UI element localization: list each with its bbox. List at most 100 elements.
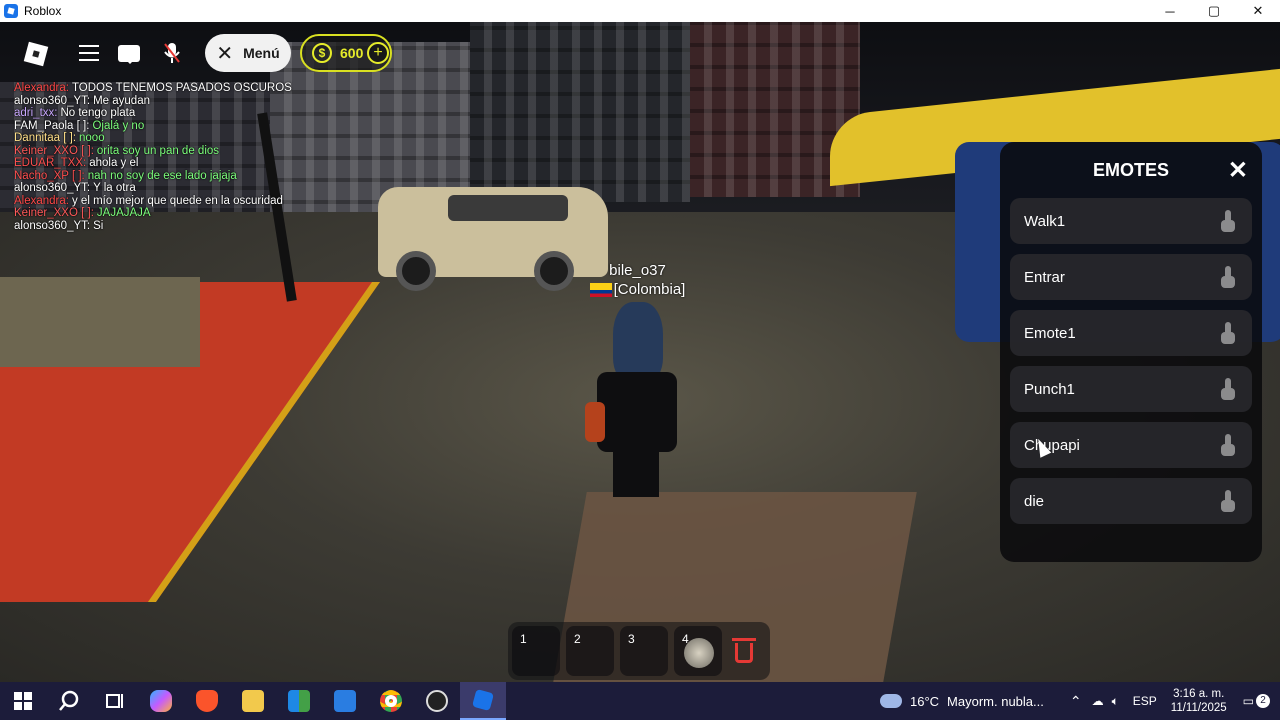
chat-username[interactable]: FAM_Paola [ ]:	[14, 120, 89, 132]
menu-label: Menú	[243, 45, 280, 61]
chrome-icon	[380, 690, 402, 712]
chat-text: nah no soy de ese lado jajaja	[87, 169, 237, 182]
emote-item-walk1[interactable]: Walk1	[1010, 198, 1252, 244]
hotbar-slot-3[interactable]: 3	[620, 626, 668, 676]
chat-username[interactable]: EDUAR_TXX:	[14, 157, 86, 169]
roblox-menu-button[interactable]	[22, 40, 50, 68]
search-button[interactable]	[46, 682, 92, 720]
chat-message: Nacho_XP [ ]: nah no soy de ese lado jaja…	[14, 170, 334, 183]
emote-item-entrar[interactable]: Entrar	[1010, 254, 1252, 300]
car-wheel	[534, 251, 574, 291]
avatar-head	[613, 302, 663, 382]
maximize-button[interactable]: ▢	[1192, 0, 1236, 22]
chat-username[interactable]: adri_txx:	[14, 107, 57, 119]
emote-label: Walk1	[1024, 212, 1066, 230]
chrome-app[interactable]	[368, 682, 414, 720]
clock-date: 11/11/2025	[1170, 702, 1227, 714]
coin-icon: $	[312, 43, 332, 63]
trash-button[interactable]	[730, 636, 760, 666]
chat-username[interactable]: alonso360_YT:	[14, 95, 90, 107]
chat-username[interactable]: Alexandra:	[14, 82, 69, 94]
windows-logo-icon	[14, 692, 32, 710]
close-emotes-button[interactable]: ✕	[1228, 156, 1248, 185]
weather-cloud-icon	[880, 694, 902, 708]
file-explorer-app[interactable]	[230, 682, 276, 720]
task-view-button[interactable]	[92, 682, 138, 720]
mic-muted-button[interactable]	[160, 37, 184, 69]
add-coins-button[interactable]: +	[367, 42, 389, 64]
chevron-up-icon[interactable]: ⌃	[1070, 693, 1082, 710]
chat-message: EDUAR_TXX: ahola y el	[14, 157, 334, 170]
chat-username[interactable]: Nacho_XP [ ]:	[14, 170, 85, 182]
chat-message: alonso360_YT: Y la otra	[14, 182, 334, 195]
chat-message: adri_txx: No tengo plata	[14, 107, 334, 120]
chat-username[interactable]: alonso360_YT:	[14, 220, 90, 232]
chat-username[interactable]: Keiner_XXO [ ]:	[14, 145, 94, 157]
chat-message: Keiner_XXO [ ]: JAJAJAJA	[14, 207, 334, 220]
chat-text: Si	[93, 219, 104, 232]
suv-car	[378, 187, 608, 291]
emote-label: Chupapi	[1024, 436, 1080, 454]
window-controls: ─ ▢ ✕	[1148, 0, 1280, 22]
emote-label: Punch1	[1024, 380, 1075, 398]
hotbar-slot-4[interactable]: 4	[674, 626, 722, 676]
chat-text: nooo	[79, 132, 105, 144]
car-wheel	[396, 251, 436, 291]
hand-pointer-icon	[1220, 266, 1236, 288]
chat-text: Y la otra	[93, 182, 136, 194]
emote-label: die	[1024, 492, 1045, 510]
hamburger-menu-button[interactable]	[76, 37, 102, 69]
emotes-header: EMOTES ✕	[1000, 142, 1262, 198]
menu-button[interactable]: ✕ Menú	[205, 34, 291, 72]
brave-app[interactable]	[184, 682, 230, 720]
window-titlebar: Roblox ─ ▢ ✕	[0, 0, 1280, 22]
trash-icon	[735, 643, 753, 663]
speaker-icon[interactable]: 🔈︎	[1112, 694, 1119, 709]
trash-icon-lid	[732, 638, 756, 641]
emote-item-emote1[interactable]: Emote1	[1010, 310, 1252, 356]
coins-amount: 600	[340, 45, 364, 61]
language-indicator[interactable]: ESP	[1133, 694, 1157, 708]
slot-number: 2	[574, 632, 581, 646]
notifications-button[interactable]: ▭ 2	[1243, 694, 1270, 708]
emote-label: Entrar	[1024, 268, 1065, 286]
chat-bubble-icon	[118, 44, 140, 64]
chat-text: No tengo plata	[60, 107, 136, 119]
emote-item-die[interactable]: die	[1010, 478, 1252, 524]
emotes-panel: EMOTES ✕ Walk1 Entrar Emote1 Punch1 Chupapi d…	[1000, 142, 1262, 562]
hand-pointer-icon	[1220, 210, 1236, 232]
avatar-body	[597, 372, 677, 452]
mail-icon	[334, 690, 356, 712]
roblox-taskbar-app[interactable]	[460, 682, 506, 720]
chat-message: Alexandra: TODOS TENEMOS PASADOS OSCUROS	[14, 82, 334, 95]
hand-pointer-icon	[1220, 378, 1236, 400]
start-button[interactable]	[0, 682, 46, 720]
minimize-button[interactable]: ─	[1148, 0, 1192, 22]
chat-toggle-button[interactable]	[116, 37, 142, 69]
chat-message: alonso360_YT: Si	[14, 220, 334, 233]
player-nametag: bile_o37 [Colombia]	[580, 262, 695, 298]
hotbar-slot-2[interactable]: 2	[566, 626, 614, 676]
chat-message: alonso360_YT: Me ayudan	[14, 95, 334, 108]
chat-username[interactable]: Keiner_XXO [ ]:	[14, 207, 94, 219]
chat-message: Keiner_XXO [ ]: orita soy un pan de dios	[14, 145, 334, 158]
chat-username[interactable]: alonso360_YT:	[14, 182, 90, 194]
outlook-app[interactable]	[322, 682, 368, 720]
copilot-app[interactable]	[138, 682, 184, 720]
emote-list: Walk1 Entrar Emote1 Punch1 Chupapi die	[1000, 198, 1262, 524]
chat-username[interactable]: Alexandra:	[14, 195, 69, 207]
task-view-icon	[106, 694, 123, 708]
close-window-button[interactable]: ✕	[1236, 0, 1280, 22]
emote-item-punch1[interactable]: Punch1	[1010, 366, 1252, 412]
player-country-label: [Colombia]	[613, 281, 686, 298]
building	[470, 22, 690, 202]
notification-icon: ▭	[1242, 694, 1254, 708]
chat-username[interactable]: Dannitaa [ ]:	[14, 132, 76, 144]
cloud-sync-icon[interactable]: ☁	[1092, 694, 1104, 708]
clock[interactable]: 3:16 a. m. 11/11/2025	[1171, 687, 1227, 715]
store-app[interactable]	[276, 682, 322, 720]
brave-icon	[196, 690, 218, 712]
hotbar-slot-1[interactable]: 1	[512, 626, 560, 676]
obs-app[interactable]	[414, 682, 460, 720]
weather-widget[interactable]: 16°C Mayorm. nubla...	[880, 682, 1044, 720]
